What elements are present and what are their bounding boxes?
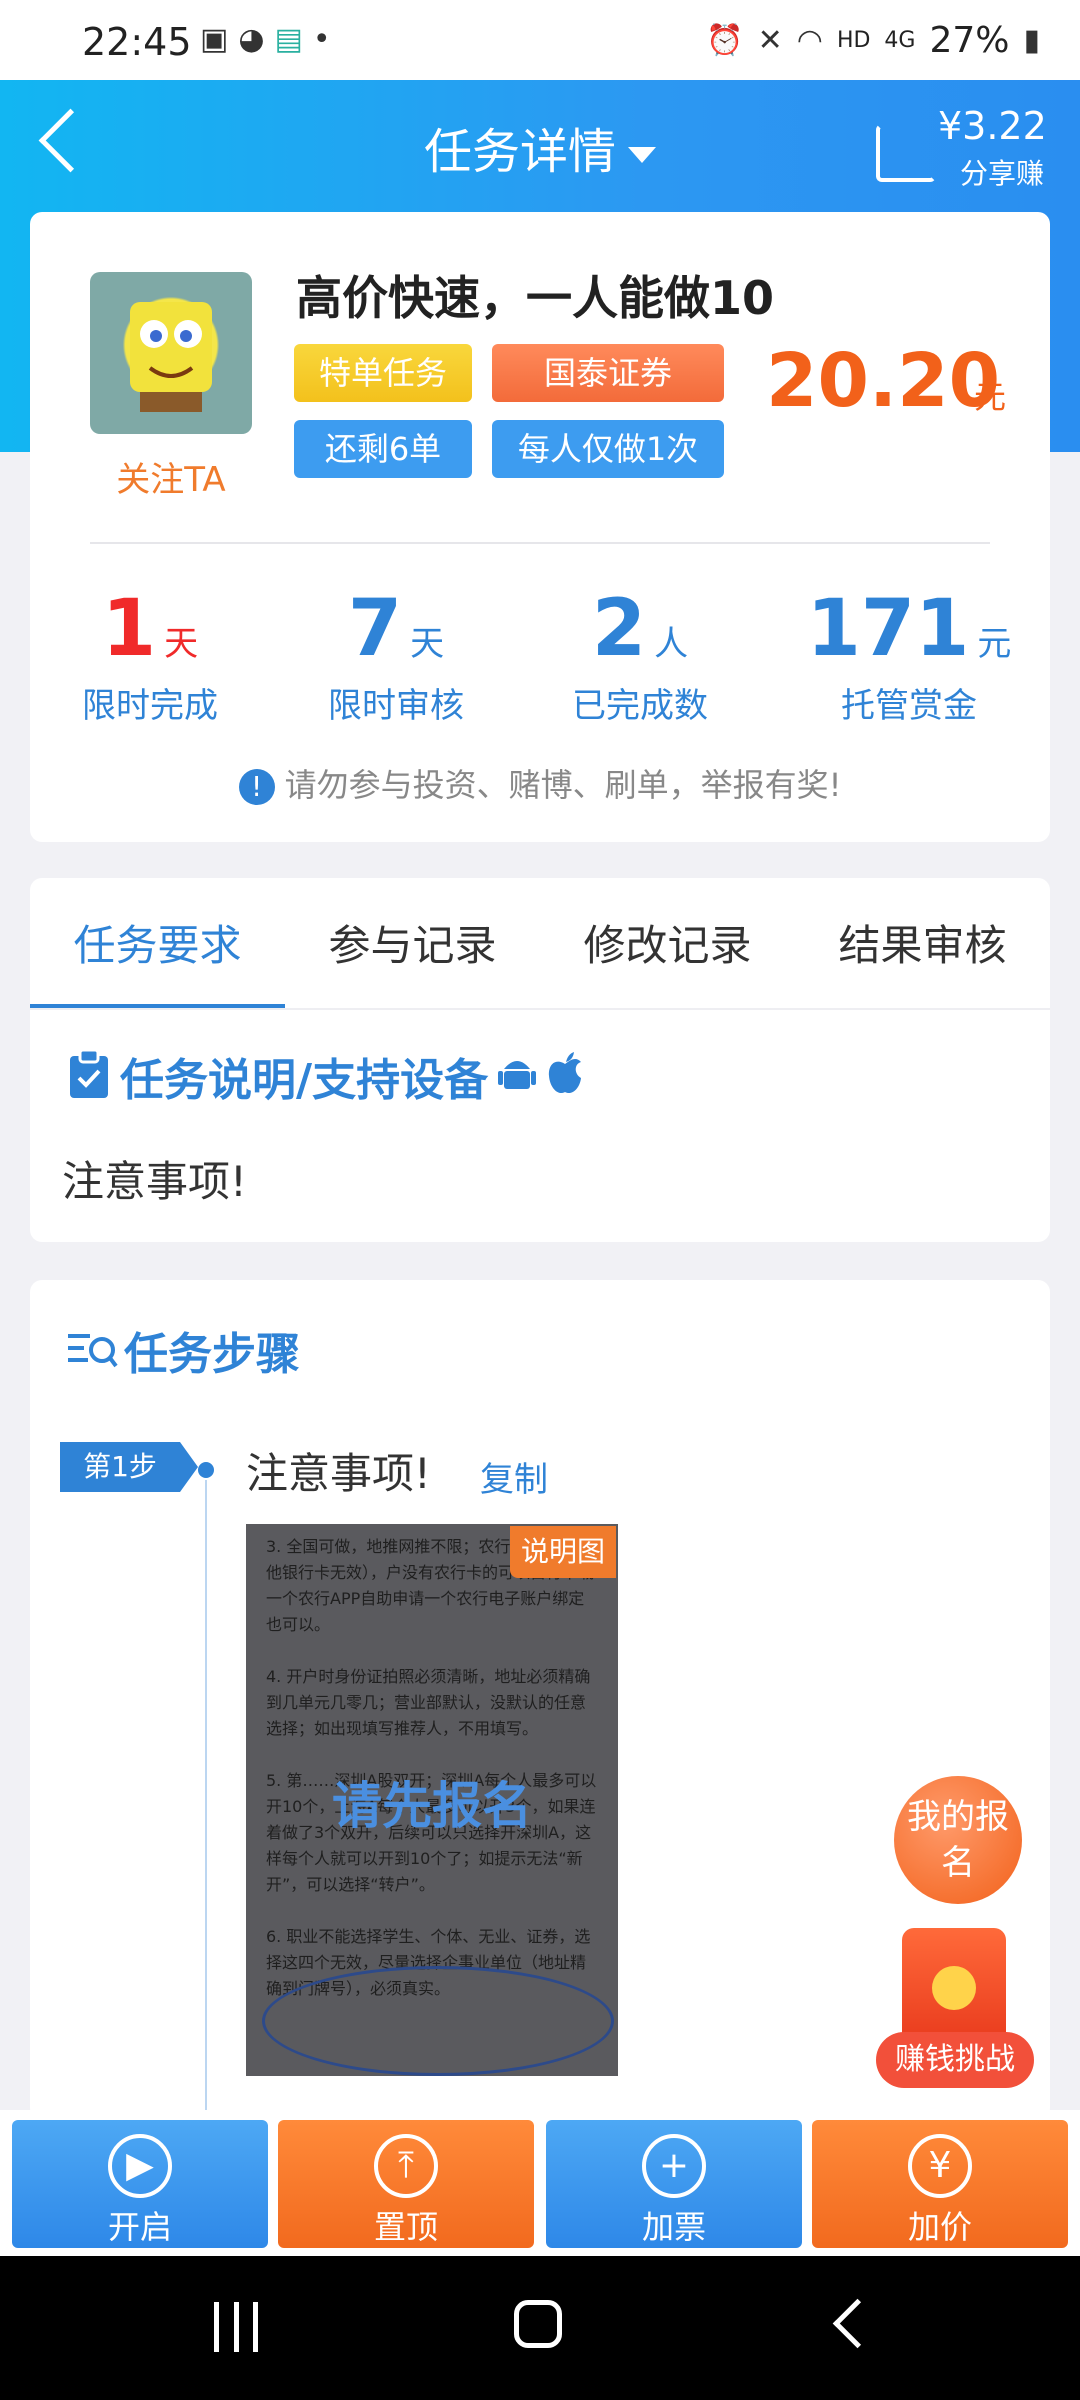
clipboard-icon: [68, 1048, 110, 1104]
alarm-icon: ⏰: [706, 23, 744, 58]
status-system-icons: ⏰ ✕ ◠ HD 4G 27% ▮: [706, 20, 1040, 61]
pin-top-icon: ⤒: [374, 2134, 438, 2198]
sign-up-first-overlay: 请先报名: [332, 1777, 532, 1835]
app-notification-icon: ◕: [238, 22, 265, 57]
follow-button[interactable]: 关注TA: [90, 452, 252, 501]
step-timeline-line: [205, 1480, 207, 2120]
chevron-down-icon: [628, 147, 656, 163]
stat-value: 2: [591, 584, 647, 674]
wifi-icon: ◠: [796, 23, 823, 58]
avatar[interactable]: [90, 272, 252, 434]
status-notification-icons: ▣ ◕ ▤ •: [200, 22, 331, 57]
stat-review-time: 7天: [306, 584, 486, 674]
divider: [90, 542, 990, 544]
description-title: 任务说明/支持设备: [120, 1055, 489, 1106]
notice-text: 请勿参与投资、赌博、刷单，举报有奖!: [284, 766, 842, 804]
stat-label: 已完成数: [572, 686, 708, 726]
share-icon[interactable]: [876, 124, 936, 182]
stat-unit: 天: [164, 624, 199, 664]
tab-edit-records[interactable]: 修改记录: [540, 912, 795, 973]
earn-challenge-button[interactable]: 赚钱挑战: [876, 2032, 1034, 2088]
list-search-icon: [68, 1326, 118, 1374]
step-number-badge: 第1步: [60, 1442, 198, 1492]
gallery-icon: ▣: [200, 22, 229, 57]
stat-label: 限时完成: [82, 686, 218, 726]
android-icon: [498, 1053, 537, 1099]
battery-text: 27%: [929, 20, 1010, 61]
active-tab-indicator: [30, 1004, 285, 1008]
status-time: 22:45: [82, 20, 192, 64]
coin-icon: [932, 1966, 976, 2010]
stat-unit: 天: [410, 624, 445, 664]
add-ticket-button[interactable]: + 加票: [546, 2120, 802, 2248]
info-icon: !: [238, 769, 275, 805]
steps-section-header: 任务步骤: [68, 1318, 300, 1382]
price-unit: 元: [974, 378, 1007, 416]
tab-task-requirements[interactable]: 任务要求: [30, 912, 285, 973]
task-price: 20.20: [766, 338, 1001, 424]
pin-top-button[interactable]: ⤒ 置顶: [278, 2120, 534, 2248]
stat-value: 7: [347, 584, 403, 674]
tab-separator: [30, 1008, 1050, 1010]
my-apply-button[interactable]: 我的报名: [894, 1776, 1022, 1904]
more-dot: •: [312, 22, 331, 57]
recents-icon[interactable]: [214, 2302, 258, 2352]
share-label[interactable]: 分享赚: [960, 152, 1044, 192]
tag-special-task: 特单任务: [294, 344, 472, 402]
home-icon[interactable]: [514, 2300, 562, 2348]
apple-icon: [546, 1052, 584, 1100]
stat-completed-count: 2人: [550, 584, 730, 674]
description-section-header: 任务说明/支持设备: [68, 1044, 584, 1108]
step-timeline-dot: [198, 1462, 214, 1478]
battery-icon: ▮: [1023, 23, 1040, 58]
tag-company: 国泰证券: [492, 344, 724, 402]
stat-unit: 元: [977, 624, 1012, 664]
tab-participation-records[interactable]: 参与记录: [285, 912, 540, 973]
stat-unit: 人: [654, 624, 689, 664]
task-title: 高价快速，一人能做10: [296, 271, 775, 325]
raise-price-button[interactable]: ¥ 加价: [812, 2120, 1068, 2248]
tag-remaining: 还剩6单: [294, 420, 472, 478]
app-notification-icon-2: ▤: [274, 22, 303, 57]
network-label: HD: [836, 28, 871, 53]
copy-button[interactable]: 复制: [480, 1452, 548, 1501]
stat-escrow-reward: 171 元: [794, 584, 1024, 674]
raise-price-label: 加价: [907, 2208, 972, 2246]
mute-icon: ✕: [757, 23, 783, 58]
stat-value: 1: [101, 584, 157, 674]
stat-value: 171: [806, 584, 970, 674]
instruction-highlight-circle: [262, 1966, 614, 2076]
plus-icon: +: [642, 2134, 706, 2198]
instruction-image-badge: 说明图: [510, 1526, 616, 1578]
description-text: 注意事项!: [62, 1157, 247, 1206]
pin-top-label: 置顶: [373, 2208, 438, 2246]
tab-result-review[interactable]: 结果审核: [795, 912, 1050, 973]
tag-limit: 每人仅做1次: [492, 420, 724, 478]
signal-label: 4G: [884, 28, 916, 53]
start-label: 开启: [107, 2208, 172, 2246]
warning-notice: ! 请勿参与投资、赌博、刷单，举报有奖!: [0, 760, 1080, 806]
stat-label: 限时审核: [328, 686, 464, 726]
stat-label: 托管赏金: [841, 686, 977, 726]
start-button[interactable]: ▶ 开启: [12, 2120, 268, 2248]
stat-complete-time: 1天: [60, 584, 240, 674]
share-amount[interactable]: ¥3.22: [938, 104, 1047, 148]
yen-plus-icon: ¥: [908, 2134, 972, 2198]
steps-title: 任务步骤: [124, 1329, 300, 1380]
add-ticket-label: 加票: [641, 2208, 706, 2246]
step-text: 注意事项!: [246, 1449, 431, 1498]
play-icon: ▶: [108, 2134, 172, 2198]
